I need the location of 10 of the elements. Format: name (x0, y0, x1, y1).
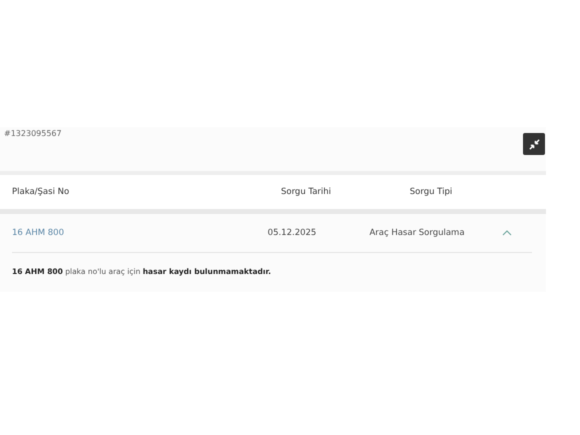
chevron-up-icon[interactable] (502, 230, 512, 236)
table-cell: Araç Hasar Sorgulama (369, 228, 465, 238)
column-header: Sorgu Tipi (410, 187, 452, 197)
table-cell: 05.12.2025 (268, 228, 316, 238)
collapse-icon (528, 138, 540, 150)
column-header: Sorgu Tarihi (280, 187, 332, 197)
plate-link[interactable]: 16 AHM 800 (12, 228, 232, 238)
collapse-button[interactable] (523, 133, 545, 155)
record-id: #1323095567 (4, 129, 62, 138)
column-header: Plaka/Şasi No (12, 187, 70, 197)
